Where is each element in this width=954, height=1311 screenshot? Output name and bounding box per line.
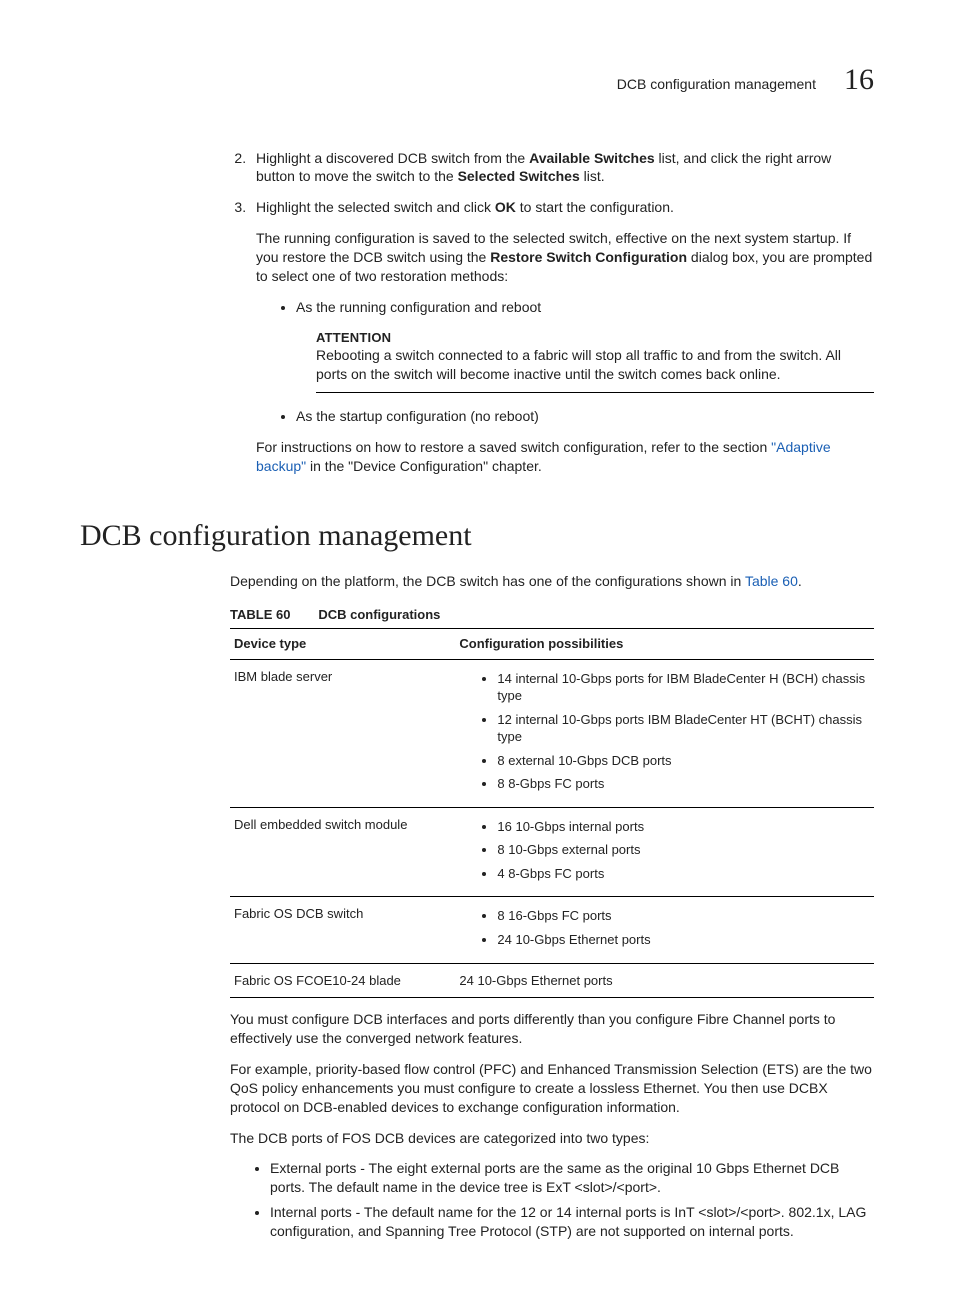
header-chapter-number: 16	[844, 60, 874, 101]
option-running-config: As the running configuration and reboot	[296, 298, 874, 317]
attention-label: ATTENTION	[316, 329, 874, 347]
restoration-options-2: As the startup configuration (no reboot)	[256, 407, 874, 426]
step-2-bold-1: Available Switches	[529, 150, 655, 166]
device-type-cell: Fabric OS DCB switch	[230, 897, 455, 963]
col-device-type: Device type	[230, 629, 455, 660]
body-para-2: For example, priority-based flow control…	[230, 1060, 874, 1117]
config-item: 8 10-Gbps external ports	[497, 841, 870, 859]
table-row: Fabric OS FCOE10-24 blade24 10-Gbps Ethe…	[230, 963, 874, 998]
config-item: 24 10-Gbps Ethernet ports	[497, 931, 870, 949]
restoration-options-1: As the running configuration and reboot	[256, 298, 874, 317]
col-config-possibilities: Configuration possibilities	[455, 629, 874, 660]
table-caption: DCB configurations	[318, 607, 440, 622]
config-item: 8 8-Gbps FC ports	[497, 775, 870, 793]
attention-body: Rebooting a switch connected to a fabric…	[316, 346, 874, 384]
config-cell: 8 16-Gbps FC ports 24 10-Gbps Ethernet po…	[455, 897, 874, 963]
table-row: IBM blade server 14 internal 10-Gbps port…	[230, 659, 874, 807]
section-intro: Depending on the platform, the DCB switc…	[230, 572, 874, 591]
step-2-text-1: Highlight a discovered DCB switch from t…	[256, 150, 529, 166]
restore-ref-post: in the "Device Configuration" chapter.	[306, 458, 542, 474]
config-item: 16 10-Gbps internal ports	[497, 818, 870, 836]
device-type-cell: Fabric OS FCOE10-24 blade	[230, 963, 455, 998]
body-para-3: The DCB ports of FOS DCB devices are cat…	[230, 1129, 874, 1148]
table-header-row: Device type Configuration possibilities	[230, 629, 874, 660]
step-2: Highlight a discovered DCB switch from t…	[250, 149, 874, 187]
config-cell: 24 10-Gbps Ethernet ports	[455, 963, 874, 998]
page-header: DCB configuration management 16	[80, 60, 874, 101]
table-row: Fabric OS DCB switch 8 16-Gbps FC ports 24…	[230, 897, 874, 963]
step-3-text-1: Highlight the selected switch and click	[256, 199, 495, 215]
intro-post: .	[798, 573, 802, 589]
config-item: 4 8-Gbps FC ports	[497, 865, 870, 883]
body-para-1: You must configure DCB interfaces and po…	[230, 1010, 874, 1048]
config-item: 12 internal 10-Gbps ports IBM BladeCente…	[497, 711, 870, 746]
table-label: TABLE 60 DCB configurations	[230, 605, 874, 624]
step-2-bold-2: Selected Switches	[458, 168, 580, 184]
option-startup-config: As the startup configuration (no reboot)	[296, 407, 874, 426]
step-2-text-3: list.	[580, 168, 605, 184]
step-3-desc-bold: Restore Switch Configuration	[490, 249, 687, 265]
config-item: 8 16-Gbps FC ports	[497, 907, 870, 925]
internal-ports-item: Internal ports - The default name for th…	[270, 1203, 874, 1241]
dcb-configurations-table: Device type Configuration possibilities …	[230, 628, 874, 998]
main-content: Highlight a discovered DCB switch from t…	[230, 149, 874, 476]
step-3-text-2: to start the configuration.	[516, 199, 674, 215]
table-row: Dell embedded switch module16 10-Gbps in…	[230, 807, 874, 897]
table-60-link[interactable]: Table 60	[745, 573, 798, 589]
restore-reference: For instructions on how to restore a sav…	[256, 438, 874, 476]
external-ports-item: External ports - The eight external port…	[270, 1159, 874, 1197]
restore-ref-pre: For instructions on how to restore a sav…	[256, 439, 771, 455]
step-3: Highlight the selected switch and click …	[250, 198, 874, 475]
config-item: 8 external 10-Gbps DCB ports	[497, 752, 870, 770]
table-number: TABLE 60	[230, 607, 290, 622]
config-cell: 14 internal 10-Gbps ports for IBM BladeC…	[455, 659, 874, 807]
config-cell: 16 10-Gbps internal ports 8 10-Gbps exter…	[455, 807, 874, 897]
step-3-bold-1: OK	[495, 199, 516, 215]
procedure-steps: Highlight a discovered DCB switch from t…	[230, 149, 874, 476]
header-title: DCB configuration management	[617, 75, 816, 94]
intro-pre: Depending on the platform, the DCB switc…	[230, 573, 745, 589]
device-type-cell: IBM blade server	[230, 659, 455, 807]
attention-block: ATTENTION Rebooting a switch connected t…	[316, 329, 874, 393]
step-3-description: The running configuration is saved to th…	[256, 229, 874, 286]
port-types-list: External ports - The eight external port…	[230, 1159, 874, 1241]
section-content: Depending on the platform, the DCB switc…	[230, 572, 874, 1241]
config-item: 14 internal 10-Gbps ports for IBM BladeC…	[497, 670, 870, 705]
section-heading: DCB configuration management	[80, 516, 874, 557]
device-type-cell: Dell embedded switch module	[230, 807, 455, 897]
